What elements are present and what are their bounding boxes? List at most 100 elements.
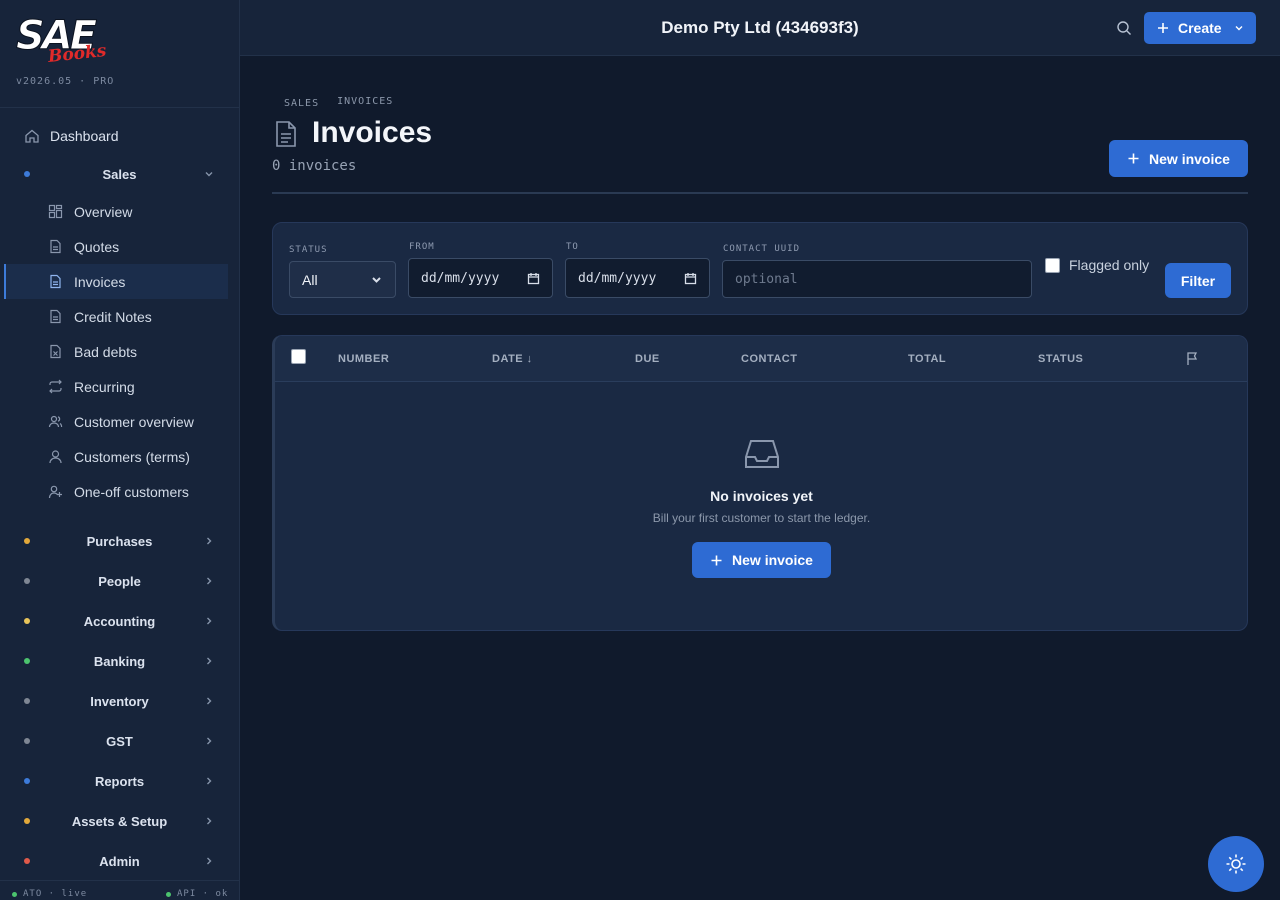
ato-status: ATO · live <box>12 889 87 899</box>
sidebar-item-dashboard[interactable]: Dashboard <box>12 118 227 154</box>
sidebar-item-recurring[interactable]: Recurring <box>4 369 228 404</box>
sidebar-group-people[interactable]: People <box>0 561 239 601</box>
empty-state-new-invoice-button[interactable]: New invoice <box>692 542 831 578</box>
from-date-input[interactable]: dd/mm/yyyy <box>408 258 553 298</box>
calendar-icon[interactable] <box>527 272 540 285</box>
sidebar-group-label: People <box>98 573 141 589</box>
document-icon <box>50 239 61 254</box>
select-all-checkbox[interactable] <box>291 349 306 364</box>
group-dot <box>24 618 30 624</box>
contact-uuid-input[interactable]: optional <box>722 260 1032 298</box>
contact-uuid-placeholder: optional <box>735 271 798 287</box>
sidebar-item-label: Customers (terms) <box>74 448 190 465</box>
breadcrumb-sales[interactable]: SALES <box>284 98 319 109</box>
logo[interactable]: SAE Books <box>16 16 116 67</box>
sidebar-item-customer-overview[interactable]: Customer overview <box>4 404 228 439</box>
chevron-right-icon <box>207 537 212 545</box>
sidebar-group-accounting[interactable]: Accounting <box>0 601 239 641</box>
column-total[interactable]: TOTAL <box>908 353 946 365</box>
sidebar-group-purchases[interactable]: Purchases <box>0 521 239 561</box>
sidebar-item-customers-terms[interactable]: Customers (terms) <box>4 439 228 474</box>
api-status-label: API · ok <box>177 889 229 899</box>
sidebar-group-label: Assets & Setup <box>71 813 168 829</box>
chevron-right-icon <box>207 817 212 825</box>
to-date-placeholder: dd/mm/yyyy <box>578 270 657 286</box>
version-label: v2026.05 · PRO <box>16 76 115 87</box>
create-button[interactable]: Create <box>1144 12 1256 44</box>
sidebar-item-label: Customer overview <box>74 413 194 430</box>
group-dot <box>24 578 30 584</box>
column-status[interactable]: STATUS <box>1038 353 1083 365</box>
sidebar-item-label: Invoices <box>74 273 126 290</box>
search-icon[interactable] <box>1116 20 1132 36</box>
empty-state-title: No invoices yet <box>710 488 813 504</box>
chevron-down-icon <box>1235 26 1243 31</box>
new-invoice-button[interactable]: New invoice <box>1109 140 1248 177</box>
sidebar-item-label: One-off customers <box>74 483 189 500</box>
sidebar-item-credit-notes[interactable]: Credit Notes <box>4 299 228 334</box>
flagged-only-label[interactable]: Flagged only <box>1069 257 1149 273</box>
sidebar-footer: ATO · live API · ok <box>0 880 240 900</box>
home-icon <box>25 129 39 143</box>
sidebar-group-label: Sales <box>102 166 137 182</box>
sidebar-group-label: Purchases <box>86 533 153 549</box>
plus-icon <box>711 555 722 565</box>
plus-icon <box>1128 153 1139 164</box>
sidebar-group-admin[interactable]: Admin <box>0 841 239 881</box>
status-dot <box>166 891 171 897</box>
sidebar-group-reports[interactable]: Reports <box>0 761 239 801</box>
flagged-only-checkbox[interactable] <box>1045 258 1060 273</box>
column-date[interactable]: DATE ↓ <box>492 353 533 365</box>
from-date-placeholder: dd/mm/yyyy <box>421 270 500 286</box>
theme-toggle-button[interactable] <box>1208 836 1264 892</box>
chevron-right-icon <box>207 857 212 865</box>
sidebar-group-sales[interactable]: Sales <box>0 154 239 194</box>
sidebar-item-label: Dashboard <box>50 128 119 144</box>
users-icon <box>48 415 63 428</box>
group-dot <box>24 858 30 864</box>
api-status: API · ok <box>166 889 228 899</box>
group-dot <box>24 538 30 544</box>
status-dot <box>12 891 17 897</box>
sidebar-group-label: Inventory <box>90 693 149 709</box>
sidebar-group-assets-setup[interactable]: Assets & Setup <box>0 801 239 841</box>
to-date-input[interactable]: dd/mm/yyyy <box>565 258 710 298</box>
column-contact[interactable]: CONTACT <box>741 353 797 365</box>
group-dot <box>24 738 30 744</box>
sidebar-item-invoices[interactable]: Invoices <box>4 264 228 299</box>
invoices-table: NUMBER DATE ↓ DUE CONTACT TOTAL STATUS N… <box>272 335 1248 631</box>
sidebar-item-label: Overview <box>74 203 133 220</box>
group-dot <box>24 778 30 784</box>
sidebar-item-one-off-customers[interactable]: One-off customers <box>4 474 228 509</box>
filter-button[interactable]: Filter <box>1165 263 1231 298</box>
sidebar-group-label: Accounting <box>83 613 156 629</box>
sidebar-group-inventory[interactable]: Inventory <box>0 681 239 721</box>
invoice-count: 0 invoices <box>272 158 357 174</box>
status-select-value: All <box>302 271 318 288</box>
sidebar-group-banking[interactable]: Banking <box>0 641 239 681</box>
column-number[interactable]: NUMBER <box>338 353 389 365</box>
sidebar-group-gst[interactable]: GST <box>0 721 239 761</box>
status-select[interactable]: All <box>289 261 396 298</box>
create-button-label: Create <box>1178 20 1222 36</box>
ato-status-label: ATO · live <box>23 889 88 899</box>
empty-state-subtitle: Bill your first customer to start the le… <box>652 511 871 525</box>
group-dot <box>24 698 30 704</box>
sidebar-group-label: GST <box>106 733 133 749</box>
column-due[interactable]: DUE <box>635 353 660 365</box>
sidebar-item-label: Recurring <box>74 378 135 395</box>
sidebar-item-bad-debts[interactable]: Bad debts <box>4 334 228 369</box>
sidebar-group-label: Reports <box>94 773 145 789</box>
chevron-right-icon <box>207 697 212 705</box>
document-icon <box>50 274 61 289</box>
to-label: TO <box>566 242 579 252</box>
chevron-right-icon <box>207 777 212 785</box>
sidebar-item-overview[interactable]: Overview <box>4 194 228 229</box>
recurring-icon <box>49 379 62 394</box>
group-dot <box>24 171 30 177</box>
chevron-down-icon <box>205 172 213 177</box>
topbar: Demo Pty Ltd (434693f3) Create <box>240 0 1280 56</box>
calendar-icon[interactable] <box>684 272 697 285</box>
sidebar-item-quotes[interactable]: Quotes <box>4 229 228 264</box>
flag-icon[interactable] <box>1185 351 1200 366</box>
